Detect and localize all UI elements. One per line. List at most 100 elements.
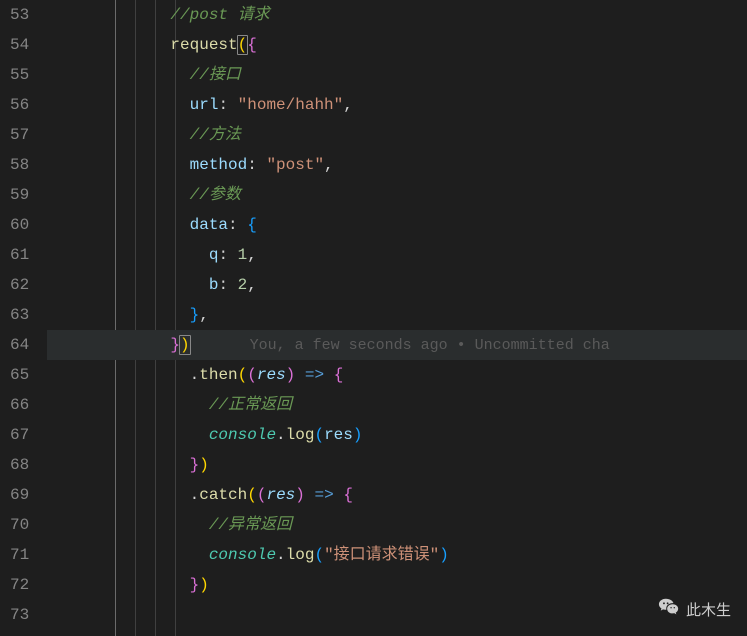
line-number: 60 <box>10 210 29 240</box>
line-number: 58 <box>10 150 29 180</box>
token-comment: //异常返回 <box>209 516 292 534</box>
token-default <box>55 426 209 444</box>
line-number: 67 <box>10 420 29 450</box>
token-comment: //正常返回 <box>209 396 292 414</box>
token-default <box>55 306 189 324</box>
token-default <box>295 366 305 384</box>
token-default: , <box>343 96 353 114</box>
line-number: 65 <box>10 360 29 390</box>
token-bracket-y: ( <box>238 366 248 384</box>
token-default <box>55 6 170 24</box>
code-line[interactable]: console.log(res) <box>47 420 747 450</box>
token-default <box>55 66 189 84</box>
code-line[interactable]: request({ <box>47 30 747 60</box>
token-prop: method <box>190 156 248 174</box>
code-line[interactable]: .catch((res) => { <box>47 480 747 510</box>
code-content[interactable]: //post 请求 request({ //接口 url: "home/hahh… <box>47 0 747 636</box>
line-number: 69 <box>10 480 29 510</box>
line-number: 61 <box>10 240 29 270</box>
token-default <box>55 276 209 294</box>
token-default <box>324 366 334 384</box>
token-comment: //接口 <box>190 66 241 84</box>
token-default <box>55 246 209 264</box>
code-line[interactable]: //正常返回 <box>47 390 747 420</box>
token-default <box>55 396 209 414</box>
token-num: 1 <box>238 246 248 264</box>
token-comment: //方法 <box>190 126 241 144</box>
line-number: 53 <box>10 0 29 30</box>
token-param: res <box>257 366 286 384</box>
code-line[interactable]: }, <box>47 300 747 330</box>
token-prop: q <box>209 246 219 264</box>
watermark: 此木生 <box>658 596 731 622</box>
token-bracket-y: ( <box>247 486 257 504</box>
token-bracket-p: { <box>247 36 257 54</box>
token-obj: console <box>209 426 276 444</box>
code-line[interactable]: console.log("接口请求错误") <box>47 540 747 570</box>
code-line[interactable]: url: "home/hahh", <box>47 90 747 120</box>
token-default <box>55 456 189 474</box>
token-bracket-b: ) <box>353 426 363 444</box>
token-func: request <box>170 36 237 54</box>
line-number-gutter: 5354555657585960616263646566676869707172… <box>0 0 47 636</box>
gitlens-annotation: You, a few seconds ago • Uncommitted cha <box>250 337 610 354</box>
code-line[interactable]: .then((res) => { <box>47 360 747 390</box>
code-line[interactable]: data: { <box>47 210 747 240</box>
token-default: . <box>190 366 200 384</box>
token-bracket-p: { <box>343 486 353 504</box>
token-prop: res <box>324 426 353 444</box>
token-default <box>55 156 189 174</box>
code-line[interactable]: b: 2, <box>47 270 747 300</box>
token-bracket-y: ) <box>179 335 191 355</box>
token-bracket-b: ) <box>439 546 449 564</box>
token-default <box>55 216 189 234</box>
code-line[interactable]: }) <box>47 570 747 600</box>
code-line[interactable]: //post 请求 <box>47 0 747 30</box>
token-default: , <box>247 246 257 264</box>
watermark-label: 此木生 <box>686 599 731 620</box>
line-number: 62 <box>10 270 29 300</box>
code-line[interactable]: //方法 <box>47 120 747 150</box>
code-line[interactable]: //参数 <box>47 180 747 210</box>
token-comment: //参数 <box>190 186 241 204</box>
line-number: 73 <box>10 600 29 630</box>
token-default <box>55 546 209 564</box>
token-prop: url <box>190 96 219 114</box>
code-line[interactable]: q: 1, <box>47 240 747 270</box>
token-default <box>305 486 315 504</box>
code-line[interactable]: method: "post", <box>47 150 747 180</box>
line-number: 64 <box>10 330 29 360</box>
code-editor[interactable]: 5354555657585960616263646566676869707172… <box>0 0 747 636</box>
token-default: , <box>199 306 209 324</box>
token-func: then <box>199 366 237 384</box>
token-default <box>55 486 189 504</box>
token-default: : <box>228 216 247 234</box>
token-default: , <box>247 276 257 294</box>
token-obj: console <box>209 546 276 564</box>
token-comment: //post 请求 <box>170 6 269 24</box>
code-line[interactable]: //异常返回 <box>47 510 747 540</box>
token-default: : <box>218 246 237 264</box>
token-func: log <box>286 426 315 444</box>
token-bracket-p: ( <box>247 366 257 384</box>
token-func: catch <box>199 486 247 504</box>
token-bracket-p: } <box>190 456 200 474</box>
token-default <box>55 576 189 594</box>
token-default: . <box>190 486 200 504</box>
token-default: : <box>247 156 266 174</box>
code-line[interactable]: }) <box>47 450 747 480</box>
token-bracket-b: { <box>247 216 257 234</box>
code-line[interactable]: //接口 <box>47 60 747 90</box>
token-bracket-p: ) <box>286 366 296 384</box>
token-bracket-p: } <box>190 576 200 594</box>
token-bracket-p: { <box>334 366 344 384</box>
token-bracket-y: ) <box>199 456 209 474</box>
token-default <box>55 336 170 354</box>
code-line[interactable]: })You, a few seconds ago • Uncommitted c… <box>47 330 747 360</box>
code-line[interactable] <box>47 600 747 630</box>
token-default <box>55 366 189 384</box>
token-default <box>55 186 189 204</box>
token-bracket-b: } <box>190 306 200 324</box>
token-bracket-b: ( <box>314 546 324 564</box>
token-default: , <box>324 156 334 174</box>
